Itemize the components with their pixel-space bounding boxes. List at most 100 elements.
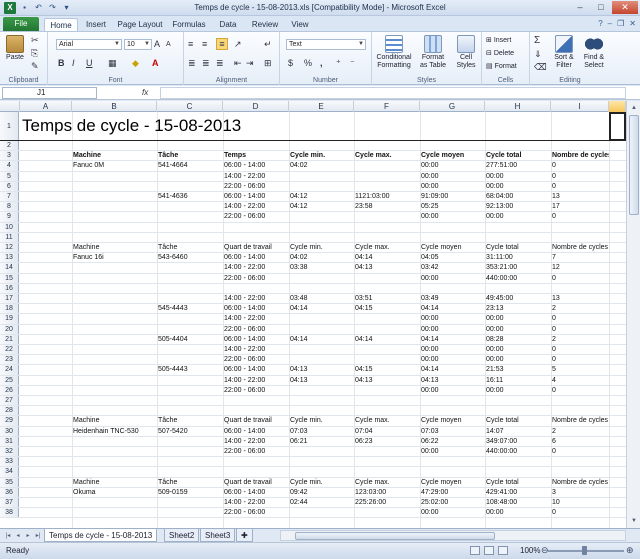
row-header[interactable]: 34 [0, 467, 19, 477]
table-cell[interactable]: 49:45:00 [485, 294, 551, 304]
table-cell[interactable]: 04:02 [289, 253, 354, 263]
row-header[interactable]: 37 [0, 498, 19, 508]
sheet-tab-active[interactable]: Temps de cycle - 15-08-2013 [44, 529, 158, 542]
column-header[interactable]: E [289, 101, 354, 112]
table-cell[interactable]: Cycle max. [354, 416, 420, 426]
sort-filter-button[interactable]: Sort & Filter [550, 35, 578, 70]
table-cell[interactable]: 00:00 [420, 386, 485, 396]
row-header[interactable]: 3 [0, 151, 19, 161]
sheet-tab[interactable]: Sheet3 [200, 529, 236, 542]
row-header[interactable]: 21 [0, 334, 19, 344]
table-cell[interactable]: Tâche [157, 151, 223, 161]
table-cell[interactable]: Tâche [157, 478, 223, 488]
table-cell[interactable]: 04:14 [289, 335, 354, 345]
fill-icon[interactable]: ⇓ [534, 49, 542, 59]
row-header[interactable]: 24 [0, 365, 19, 375]
table-cell[interactable]: Nombre de cycles [551, 478, 609, 488]
table-cell[interactable]: 02:44 [289, 498, 354, 508]
row-header[interactable]: 22 [0, 345, 19, 355]
table-cell[interactable]: 03:49 [420, 294, 485, 304]
table-cell[interactable]: 06:00 - 14:00 [223, 161, 289, 171]
table-cell[interactable]: 0 [551, 508, 609, 518]
table-cell[interactable]: 440:00:00 [485, 447, 551, 457]
underline-button[interactable]: U [86, 58, 93, 68]
table-cell[interactable]: 7 [551, 253, 609, 263]
table-cell[interactable]: 507-5420 [157, 427, 223, 437]
row-header[interactable]: 28 [0, 406, 19, 416]
table-cell[interactable]: 07:04 [354, 427, 420, 437]
table-cell[interactable]: 00:00 [420, 314, 485, 324]
horizontal-scroll-thumb[interactable] [295, 532, 495, 540]
row-header[interactable]: 2 [0, 141, 19, 151]
table-cell[interactable]: Quart de travail [223, 478, 289, 488]
increase-decimal-icon[interactable]: ⁺ [336, 58, 341, 68]
table-cell[interactable]: 04:12 [289, 192, 354, 202]
table-cell[interactable]: 06:22 [420, 437, 485, 447]
table-cell[interactable]: 04:13 [354, 263, 420, 273]
normal-view-icon[interactable] [470, 546, 480, 555]
restore-icon[interactable]: ❐ [617, 19, 624, 28]
column-header[interactable]: F [354, 101, 420, 112]
table-cell[interactable]: 22:00 - 06:00 [223, 182, 289, 192]
last-sheet-icon[interactable]: ▸| [34, 531, 42, 541]
paste-button[interactable]: Paste [3, 35, 27, 62]
table-cell[interactable]: 22:00 - 06:00 [223, 325, 289, 335]
table-cell[interactable]: 0 [551, 345, 609, 355]
name-box[interactable]: J1 [2, 87, 97, 99]
column-header[interactable]: I [551, 101, 609, 112]
tab-page-layout[interactable]: Page Layout [116, 18, 164, 31]
table-cell[interactable]: 04:14 [289, 304, 354, 314]
page-layout-view-icon[interactable] [484, 546, 494, 555]
table-cell[interactable]: Quart de travail [223, 243, 289, 253]
table-cell[interactable]: 06:00 - 14:00 [223, 304, 289, 314]
sheet-tab[interactable]: Sheet2 [164, 529, 200, 542]
row-header[interactable]: 31 [0, 436, 19, 446]
table-cell[interactable]: Cycle max. [354, 478, 420, 488]
table-cell[interactable]: 10 [551, 498, 609, 508]
table-cell[interactable]: 04:15 [354, 365, 420, 375]
table-cell[interactable]: 04:14 [420, 335, 485, 345]
table-cell[interactable]: Cycle max. [354, 243, 420, 253]
selected-cell-j1[interactable] [609, 112, 626, 141]
table-cell[interactable]: 541-4664 [157, 161, 223, 171]
table-cell[interactable]: 04:13 [289, 365, 354, 375]
row-header[interactable]: 27 [0, 396, 19, 406]
table-cell[interactable]: 00:00 [485, 325, 551, 335]
table-cell[interactable]: 03:42 [420, 263, 485, 273]
row-header[interactable]: 15 [0, 273, 19, 283]
table-cell[interactable]: 05:25 [420, 202, 485, 212]
column-header-selected[interactable] [609, 101, 626, 112]
table-cell[interactable]: 23:58 [354, 202, 420, 212]
table-cell[interactable]: 06:00 - 14:00 [223, 192, 289, 202]
column-header[interactable]: D [223, 101, 289, 112]
table-cell[interactable]: Cycle total [485, 243, 551, 253]
row-header[interactable]: 1 [0, 112, 19, 140]
table-cell[interactable]: 07:03 [420, 427, 485, 437]
row-header[interactable]: 38 [0, 508, 19, 518]
row-header[interactable]: 23 [0, 355, 19, 365]
table-cell[interactable]: 0 [551, 182, 609, 192]
table-cell[interactable]: 6 [551, 437, 609, 447]
table-cell[interactable]: 00:00 [485, 212, 551, 222]
table-cell[interactable]: 14:00 - 22:00 [223, 202, 289, 212]
table-cell[interactable]: Machine [72, 478, 157, 488]
table-cell[interactable]: Cycle total [485, 478, 551, 488]
table-cell[interactable]: 4 [551, 376, 609, 386]
align-middle-icon[interactable]: ≡ [202, 39, 207, 49]
table-cell[interactable]: 00:00 [420, 447, 485, 457]
table-cell[interactable]: 0 [551, 447, 609, 457]
table-cell[interactable]: 08:28 [485, 335, 551, 345]
table-cell[interactable]: 06:23 [354, 437, 420, 447]
table-cell[interactable]: 541-4636 [157, 192, 223, 202]
align-left-icon[interactable]: ≣ [188, 58, 196, 68]
table-cell[interactable]: 04:15 [354, 304, 420, 314]
row-header[interactable]: 26 [0, 385, 19, 395]
table-cell[interactable]: 17 [551, 202, 609, 212]
percent-button[interactable]: % [304, 58, 312, 68]
minimize-ribbon-icon[interactable]: – [608, 19, 612, 28]
tab-review[interactable]: Review [248, 18, 282, 31]
column-header[interactable]: B [72, 101, 157, 112]
table-cell[interactable]: 0 [551, 355, 609, 365]
table-cell[interactable]: Fanuc 16i [72, 253, 157, 263]
table-cell[interactable]: 22:00 - 06:00 [223, 508, 289, 518]
